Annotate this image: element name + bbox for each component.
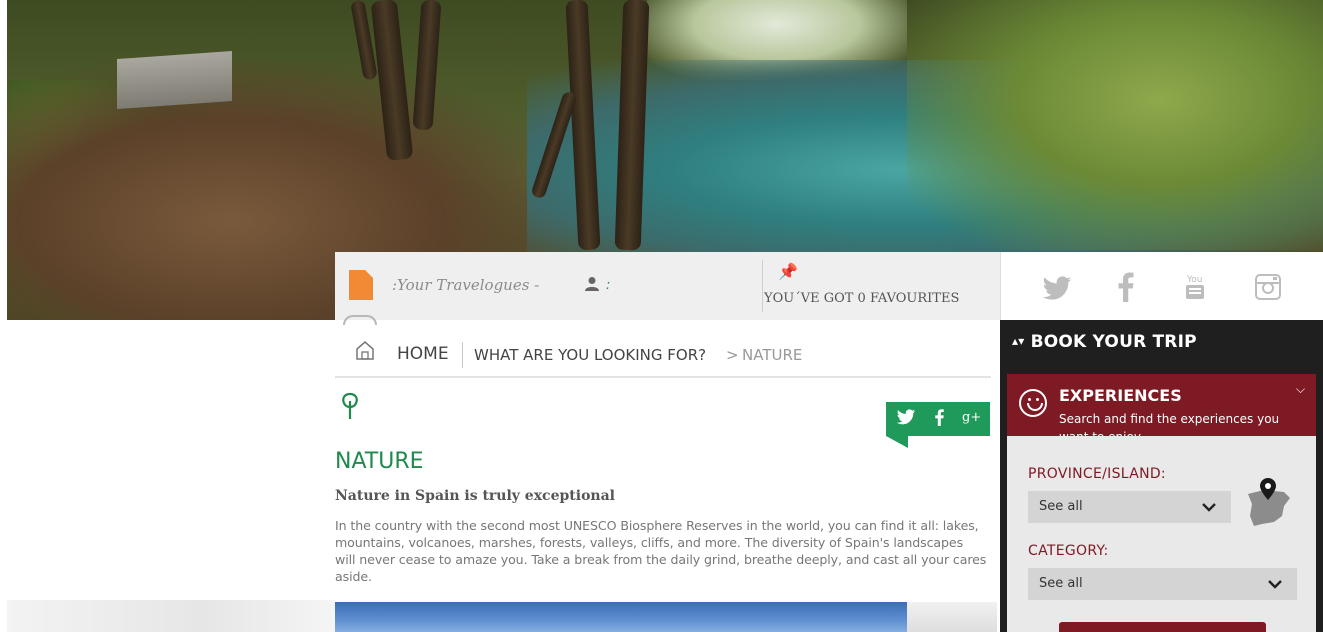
decorative-arc: [343, 315, 377, 325]
breadcrumb-divider: [462, 342, 463, 368]
breadcrumb-looking-for[interactable]: WHAT ARE YOU LOOKING FOR?: [474, 346, 706, 364]
page-title: NATURE: [335, 449, 424, 474]
document-icon[interactable]: [349, 270, 373, 300]
category-select[interactable]: See all: [1028, 568, 1297, 600]
page-description: In the country with the second most UNES…: [335, 518, 987, 584]
spain-map-pin-icon: [1248, 478, 1290, 526]
pin-icon[interactable]: 📌: [778, 262, 798, 281]
experiences-title: EXPERIENCES: [1059, 386, 1182, 405]
experiences-description: Search and find the experiences you want…: [1059, 412, 1280, 436]
youtube-icon[interactable]: You: [1185, 272, 1205, 302]
smile-icon: [1019, 389, 1047, 417]
home-icon[interactable]: [356, 340, 374, 360]
search-button[interactable]: [1059, 622, 1266, 632]
breadcrumb-arrow: >: [726, 346, 739, 364]
gallery-thumbnail-right: [907, 602, 997, 632]
svg-text:You: You: [1186, 275, 1203, 285]
province-select-value: See all: [1039, 499, 1083, 514]
chevron-down-icon: [1268, 580, 1282, 589]
tree-icon: [342, 392, 358, 419]
breadcrumb-home[interactable]: HOME: [397, 344, 449, 364]
province-select[interactable]: See all: [1028, 491, 1231, 523]
category-label: CATEGORY:: [1028, 543, 1109, 559]
facebook-icon[interactable]: [1118, 272, 1134, 302]
category-select-value: See all: [1039, 576, 1083, 591]
user-count: :: [606, 278, 611, 293]
favourites-counter[interactable]: YOU´VE GOT 0 FAVOURITES: [764, 291, 959, 306]
gallery-image[interactable]: [335, 602, 907, 632]
googleplus-icon[interactable]: g+: [962, 410, 981, 425]
page-subtitle: Nature in Spain is truly exceptional: [335, 488, 615, 504]
chevron-down-icon[interactable]: ⌵: [1296, 382, 1305, 397]
user-icon[interactable]: [584, 276, 600, 292]
your-travelogues-link[interactable]: :Your Travelogues -: [392, 276, 539, 294]
twitter-icon[interactable]: [1040, 276, 1074, 302]
breadcrumb-current: NATURE: [742, 346, 803, 364]
topbar-divider: [762, 260, 763, 312]
gallery-thumbnail-left: [7, 600, 335, 632]
chevron-down-icon: [1202, 503, 1216, 512]
facebook-icon[interactable]: [935, 409, 944, 426]
book-trip-title[interactable]: ▴▾ BOOK YOUR TRIP: [1012, 332, 1197, 352]
province-label: PROVINCE/ISLAND:: [1028, 466, 1166, 482]
breadcrumb-underline: [335, 376, 991, 378]
instagram-icon[interactable]: [1255, 274, 1281, 300]
share-bar-tail: [886, 436, 908, 448]
twitter-icon[interactable]: [896, 409, 916, 426]
sort-arrows-icon: ▴▾: [1012, 334, 1025, 348]
